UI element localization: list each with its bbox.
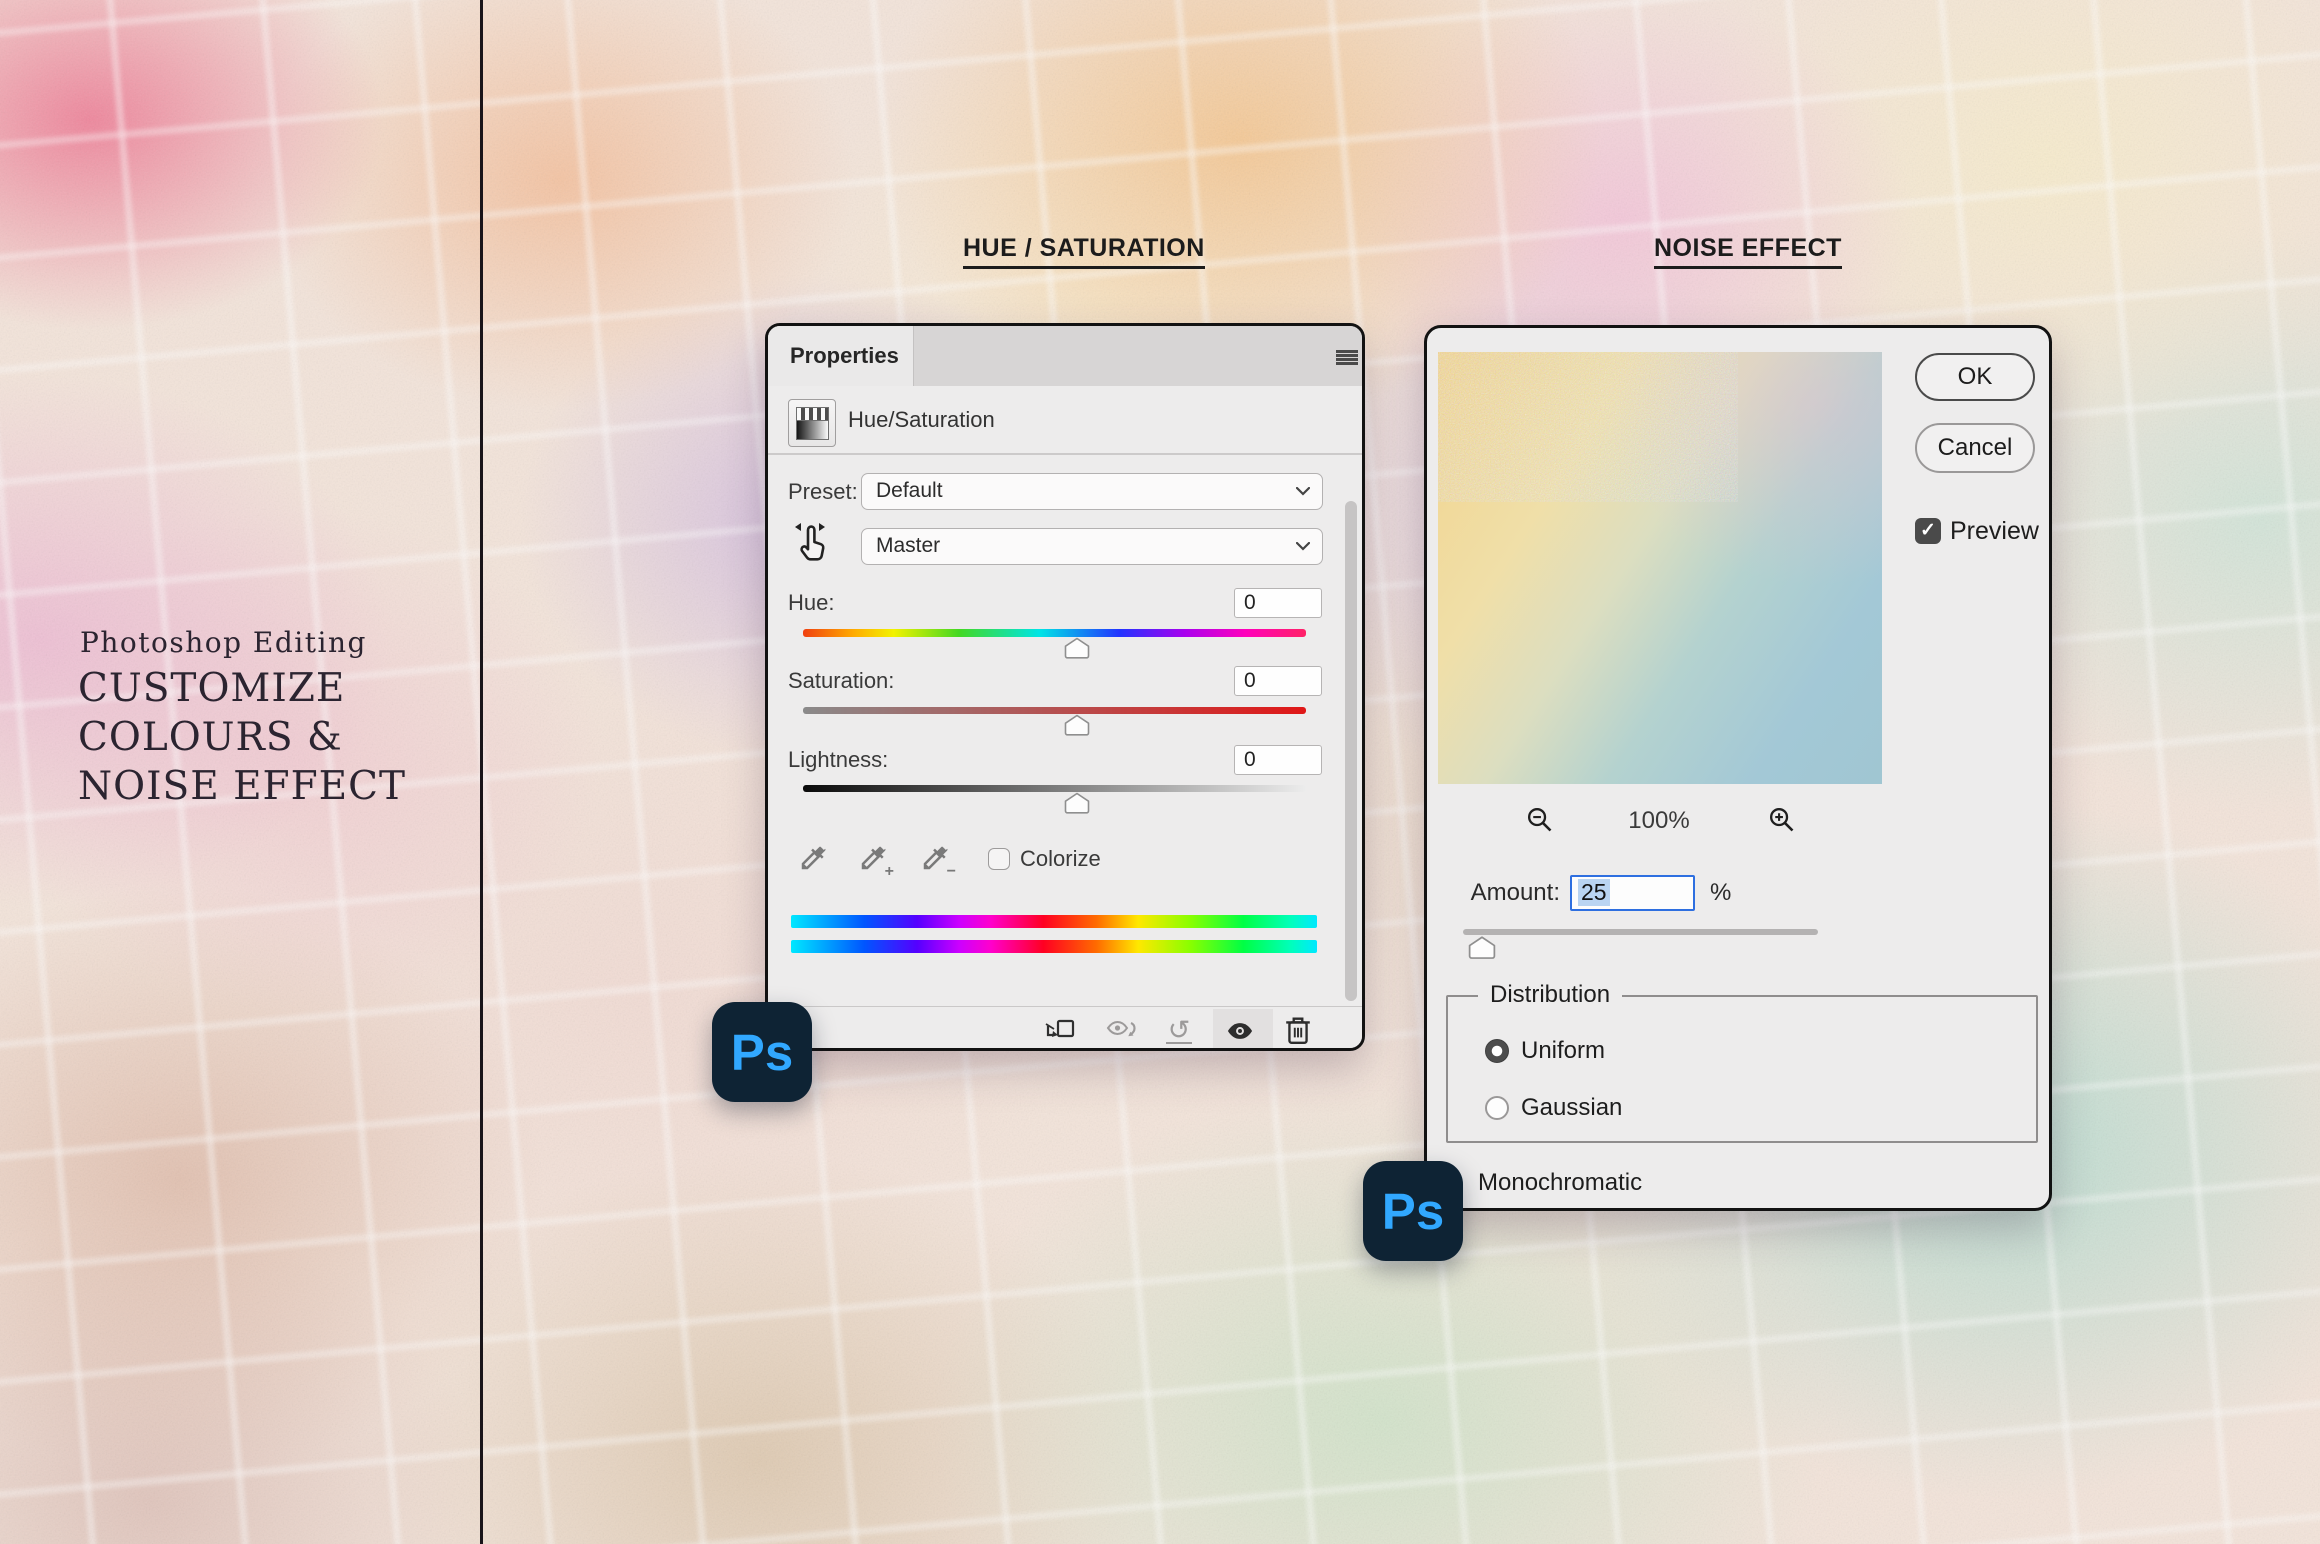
photoshop-logo: Ps [1363,1161,1463,1261]
preview-checkbox[interactable]: ✓ [1915,518,1941,544]
checkmark-icon: ✓ [1920,520,1936,541]
heading-noise-effect: NOISE EFFECT [1654,234,1842,269]
noise-preview-image [1438,352,1882,784]
gaussian-label: Gaussian [1521,1096,1622,1120]
saturation-label: Saturation: [788,666,894,696]
clipping-mask-icon[interactable] [1043,1014,1077,1048]
amount-input[interactable]: 25 [1570,875,1695,911]
eyedropper-subtract-icon[interactable]: − [920,843,954,877]
gaussian-radio[interactable] [1485,1096,1509,1120]
tab-properties-label: Properties [790,326,899,386]
delete-trash-icon[interactable] [1281,1014,1315,1048]
noise-texture [1438,352,1738,502]
zoom-in-icon[interactable] [1768,806,1796,834]
distribution-legend: Distribution [1478,981,1622,1009]
saturation-value: 0 [1244,667,1256,694]
spectrum-bar-input [791,915,1317,928]
hue-value-input[interactable]: 0 [1234,588,1322,618]
chevron-down-icon [1296,542,1310,551]
hue-slider-thumb[interactable] [1064,637,1090,659]
amount-unit: % [1710,875,1731,911]
photoshop-logo: Ps [712,1002,812,1102]
panel-menu-icon[interactable] [1336,350,1358,365]
preview-label: Preview [1950,518,2039,544]
channel-select-value: Master [876,529,940,563]
uniform-radio[interactable] [1485,1039,1509,1063]
add-noise-dialog: OK Cancel ✓ Preview 100% Amount: 25 % [1424,325,2052,1211]
visibility-eye-icon[interactable] [1223,1014,1257,1048]
preset-label: Preset: [788,473,858,510]
hue-value: 0 [1244,589,1256,616]
hue-slider-track[interactable] [803,629,1306,637]
page-title-line3: NOISE EFFECT [78,762,406,811]
hue-label: Hue: [788,588,834,618]
preset-select-value: Default [876,474,943,508]
colorize-label: Colorize [1020,848,1101,870]
adjustment-title: Hue/Saturation [848,386,995,453]
adjustment-header: Hue/Saturation [768,386,1362,453]
saturation-value-input[interactable]: 0 [1234,666,1322,696]
properties-panel: Properties Hue/Saturation Preset: Defaul… [765,323,1365,1051]
saturation-slider-thumb[interactable] [1064,714,1090,736]
lightness-slider-thumb[interactable] [1064,792,1090,814]
zoom-out-icon[interactable] [1526,806,1554,834]
photoshop-logo-text: Ps [731,1023,793,1082]
lightness-value: 0 [1244,746,1256,773]
amount-slider-thumb[interactable] [1468,935,1496,960]
properties-tabbar: Properties [768,326,1362,386]
reset-icon[interactable]: ↺ [1162,1014,1196,1048]
plus-modifier: + [885,863,894,881]
channel-select[interactable]: Master [861,528,1323,565]
page-title-line2: COLOURS & [78,713,406,762]
panel-footer: ↺ [768,1006,1362,1051]
poster-canvas: Photoshop Editing CUSTOMIZE COLOURS & NO… [0,0,2320,1544]
hue-saturation-adjustment-icon[interactable] [788,399,836,447]
spectrum-bar-output [791,940,1317,953]
vertical-divider [480,0,483,1544]
heading-hue-saturation: HUE / SATURATION [963,234,1205,269]
eyebrow-text: Photoshop Editing [80,626,367,659]
chevron-down-icon [1296,487,1310,496]
adjustment-thumbnail [796,407,829,440]
tab-properties[interactable]: Properties [768,326,914,386]
preset-select[interactable]: Default [861,473,1323,510]
amount-slider-track[interactable] [1463,929,1818,935]
lightness-slider-track[interactable] [803,785,1306,792]
lightness-label: Lightness: [788,745,888,775]
distribution-group: Distribution Uniform Gaussian [1446,995,2038,1143]
zoom-level: 100% [1603,807,1715,835]
lightness-value-input[interactable]: 0 [1234,745,1322,775]
page-title: CUSTOMIZE COLOURS & NOISE EFFECT [78,664,406,811]
saturation-slider-track[interactable] [803,707,1306,714]
colorize-checkbox[interactable] [988,848,1010,870]
minus-modifier: − [947,863,956,881]
monochromatic-label: Monochromatic [1478,1169,1642,1197]
cancel-button[interactable]: Cancel [1915,423,2035,473]
page-title-line1: CUSTOMIZE [78,664,406,713]
amount-value: 25 [1578,879,1610,906]
amount-label: Amount: [1443,875,1560,911]
photoshop-logo-text: Ps [1382,1182,1444,1241]
panel-scrollbar[interactable] [1345,501,1357,1001]
eyedropper-icon[interactable] [798,843,832,877]
view-previous-state-icon[interactable] [1106,1014,1140,1048]
targeted-adjustment-icon[interactable] [792,520,832,566]
header-divider [768,453,1362,455]
ok-button[interactable]: OK [1915,353,2035,401]
eyedropper-add-icon[interactable]: + [858,843,892,877]
uniform-label: Uniform [1521,1039,1605,1063]
